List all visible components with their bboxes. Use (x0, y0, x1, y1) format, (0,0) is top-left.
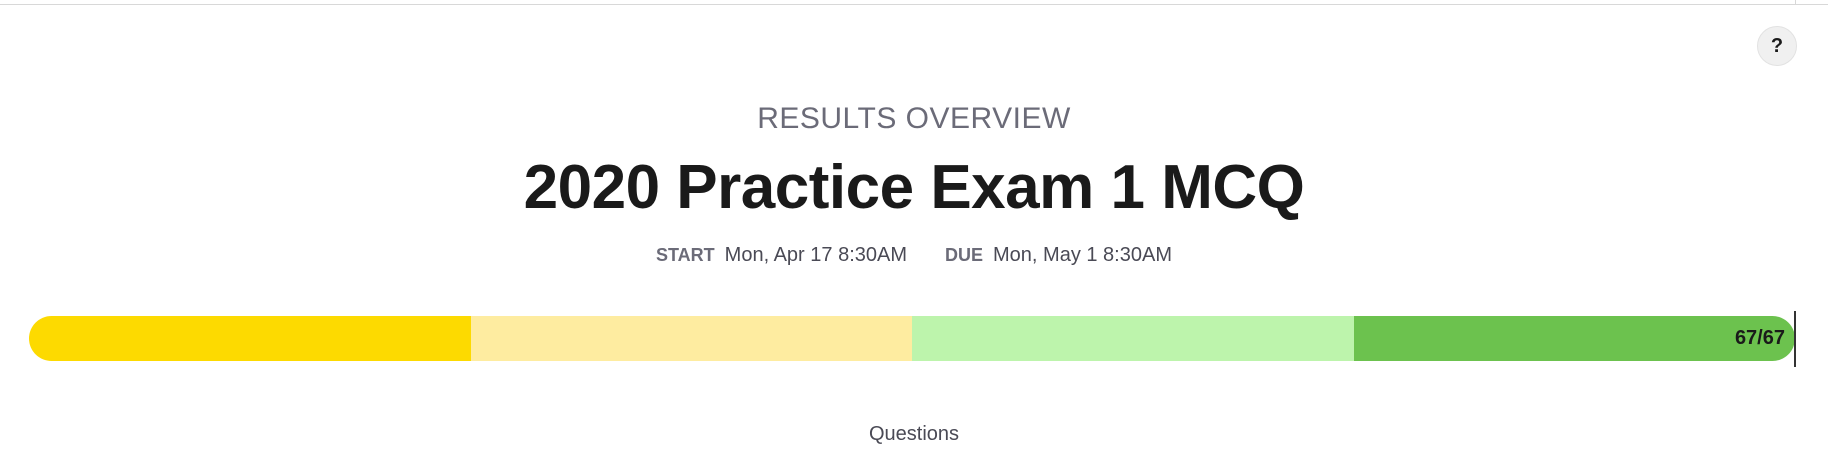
due-label: DUE (945, 245, 984, 265)
progress-segment (1353, 316, 1795, 361)
due-date: DUE Mon, May 1 8:30AM (945, 244, 1172, 267)
exam-dates: START Mon, Apr 17 8:30AM DUE Mon, May 1 … (0, 244, 1828, 267)
question-mark-icon: ? (1770, 34, 1784, 57)
results-overview-page: ? RESULTS OVERVIEW 2020 Practice Exam 1 … (0, 0, 1828, 460)
score-progress-bar: 67/67 (29, 316, 1795, 361)
questions-heading[interactable]: Questions (0, 423, 1828, 446)
start-label: START (656, 245, 715, 265)
progress-segment (29, 316, 471, 361)
top-divider-tick (1795, 0, 1796, 4)
page-overline: RESULTS OVERVIEW (757, 102, 1071, 135)
page-title: 2020 Practice Exam 1 MCQ (523, 153, 1305, 222)
start-date: START Mon, Apr 17 8:30AM (656, 244, 907, 267)
help-button[interactable]: ? (1757, 26, 1797, 66)
top-divider (0, 4, 1828, 5)
due-value: Mon, May 1 8:30AM (993, 244, 1172, 266)
progress-end-marker (1794, 311, 1796, 367)
progress-segment (470, 316, 912, 361)
start-value: Mon, Apr 17 8:30AM (724, 244, 907, 266)
progress-count: 67/67 (1734, 327, 1785, 349)
progress-segment (912, 316, 1354, 361)
